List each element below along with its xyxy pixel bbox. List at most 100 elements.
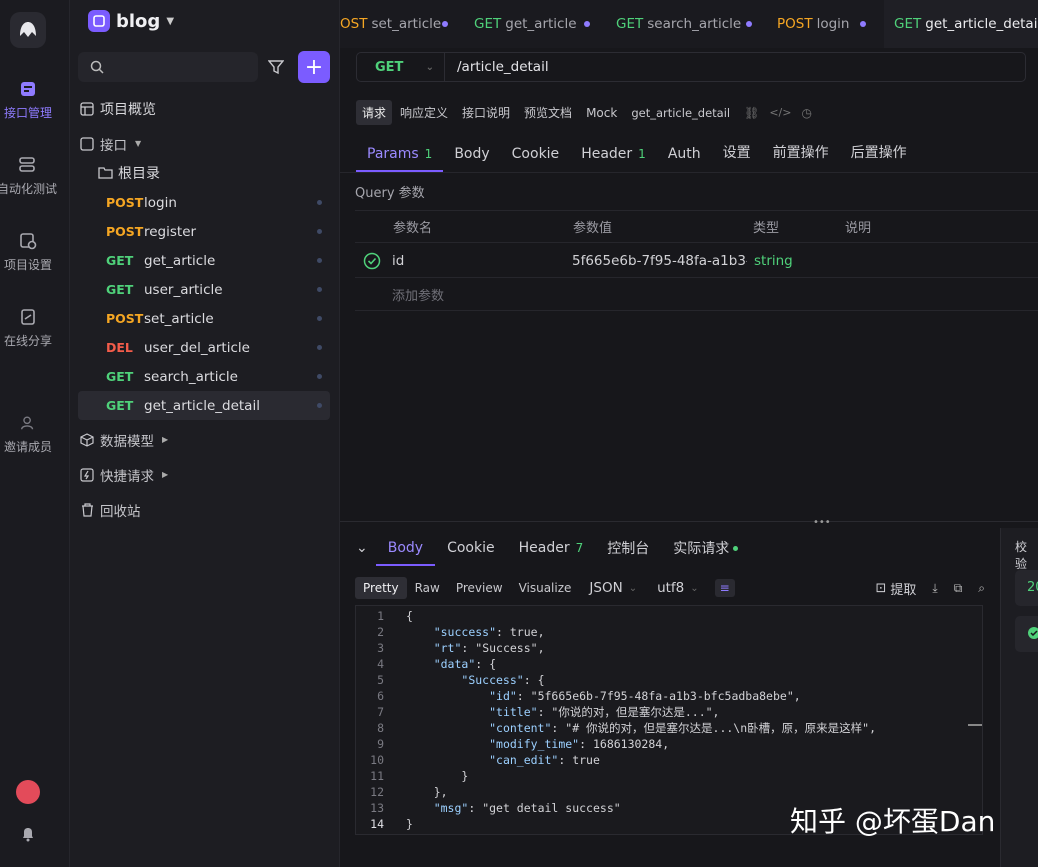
status-dot [317, 403, 322, 408]
drag-handle-icon[interactable]: ••• [813, 517, 831, 528]
tab-auth[interactable]: Auth [657, 146, 712, 172]
checkbox-checked-icon[interactable] [363, 252, 381, 274]
link-icon[interactable]: ⛓ [744, 106, 759, 120]
tab-pre-op[interactable]: 前置操作 [762, 142, 840, 172]
param-type-select[interactable]: string [754, 253, 793, 269]
api-method: DEL [106, 340, 133, 355]
tab-get-article[interactable]: GET get_article [474, 0, 577, 48]
avatar[interactable] [16, 780, 40, 804]
download-icon[interactable]: ⤓ [932, 581, 937, 596]
format-raw[interactable]: Raw [407, 577, 448, 599]
panel-divider[interactable] [340, 521, 1038, 522]
sidebar-item-api[interactable]: 接口 ▼ [78, 129, 330, 158]
tab-get-article-detail[interactable]: GET get_article_detail [884, 0, 1038, 48]
search-icon[interactable]: ⌕ [978, 581, 985, 596]
wrap-icon[interactable]: ≡ [714, 579, 735, 597]
sidebar-api-register[interactable]: POST register [78, 217, 330, 246]
subtab-preview-doc[interactable]: 预览文档 [518, 100, 578, 125]
query-params-label: Query 参数 [355, 186, 425, 201]
search-input[interactable] [78, 52, 258, 82]
rail-item-online-share[interactable]: 在线分享 [0, 306, 56, 349]
code-line: 11 } [356, 768, 468, 784]
format-preview[interactable]: Preview [448, 577, 511, 599]
api-management-icon [17, 78, 39, 100]
api-method: GET [106, 282, 134, 297]
sidebar-item-quick-request[interactable]: 快捷请求 ▶ [78, 460, 330, 489]
line-number: 9 [377, 737, 384, 751]
content-type-select[interactable]: JSON ⌄ [579, 580, 647, 596]
share-icon [17, 306, 39, 328]
api-name: user_del_article [144, 339, 250, 356]
subtab-api-desc[interactable]: 接口说明 [456, 100, 516, 125]
encoding-select[interactable]: utf8 ⌄ [647, 580, 709, 596]
subtab-mock[interactable]: Mock [580, 102, 623, 124]
bell-icon[interactable] [20, 826, 36, 846]
tab-params[interactable]: Params 1 [356, 146, 444, 172]
divider [340, 172, 1038, 173]
api-method: GET [106, 253, 134, 268]
copy-icon[interactable]: ⧉ [954, 581, 963, 596]
format-pretty[interactable]: Pretty [355, 577, 407, 599]
add-button[interactable]: + [298, 51, 330, 83]
resp-tab-actual-request[interactable]: 实际请求 [661, 530, 750, 566]
tab-header[interactable]: Header 1 [570, 146, 657, 172]
tab-settings[interactable]: 设置 [712, 142, 762, 172]
param-name-input[interactable]: id [392, 253, 404, 269]
tab-dot-icon [746, 21, 752, 27]
tab-cookie[interactable]: Cookie [501, 146, 571, 172]
tab-label: Header [518, 540, 570, 556]
tab-separator [860, 0, 866, 48]
tab-post-op[interactable]: 后置操作 [840, 142, 918, 172]
app-logo-icon[interactable] [10, 12, 46, 48]
sidebar-item-data-model[interactable]: 数据模型 ▶ [78, 425, 330, 454]
sidebar-item-overview[interactable]: 项目概览 [78, 94, 330, 123]
tab-search-article[interactable]: GET search_article [616, 0, 741, 48]
scroll-marker [968, 724, 982, 726]
param-value-input[interactable]: 5f665e6b-7f95-48fa-a1b3-b [572, 253, 747, 269]
code-icon[interactable]: </> [769, 106, 791, 119]
sidebar-api-login[interactable]: POST login [78, 188, 330, 217]
tab-label: set_article [371, 16, 442, 32]
subtab-request[interactable]: 请求 [356, 100, 393, 125]
rail-item-auto-test[interactable]: 自动化测试 [0, 154, 58, 197]
code-line: 13 "msg": "get detail success" [356, 800, 621, 816]
code-text: }, [406, 785, 448, 799]
sidebar-api-search-article[interactable]: GET search_article [78, 362, 330, 391]
sidebar-api-get-article-detail[interactable]: GET get_article_detail [78, 391, 330, 420]
status-dot [317, 229, 322, 234]
folder-root[interactable]: 根目录 [96, 158, 330, 187]
format-visualize[interactable]: Visualize [511, 577, 580, 599]
url-input[interactable]: /article_detail [445, 59, 549, 75]
sidebar-api-user-del-article[interactable]: DEL user_del_article [78, 333, 330, 362]
method-label: GET [375, 59, 404, 75]
sidebar-item-recycle[interactable]: 回收站 [78, 495, 330, 524]
sidebar-api-get-article[interactable]: GET get_article [78, 246, 330, 275]
status-dot [317, 287, 322, 292]
filter-button[interactable] [262, 52, 290, 82]
resp-tab-console[interactable]: 控制台 [595, 530, 661, 566]
resp-tab-header[interactable]: Header 7 [507, 530, 596, 566]
code-text: "modify_time": 1686130284, [489, 737, 670, 751]
tab-set-article[interactable]: OST set_article [340, 0, 441, 48]
add-param-row[interactable]: 添加参数 [355, 279, 1038, 311]
resp-tab-cookie[interactable]: Cookie [435, 530, 507, 566]
tab-badge: 7 [575, 541, 584, 555]
api-icon [78, 136, 96, 151]
collapse-icon[interactable]: ⌄ [356, 530, 376, 566]
project-switcher[interactable]: blog ▼ [88, 10, 174, 32]
code-text: } [406, 817, 413, 831]
rail-item-project-settings[interactable]: 项目设置 [0, 230, 56, 273]
tab-body[interactable]: Body [443, 146, 500, 172]
clock-icon[interactable]: ◷ [801, 106, 811, 120]
rail-item-api-management[interactable]: 接口管理 [0, 78, 56, 121]
method-select[interactable]: GET ⌄ [357, 53, 445, 81]
extract-button[interactable]: ⊡ 提取 [875, 579, 916, 598]
tab-badge: 1 [638, 147, 646, 161]
tab-method: POST [777, 16, 813, 32]
sidebar-api-set-article[interactable]: POST set_article [78, 304, 330, 333]
resp-tab-body[interactable]: Body [375, 530, 436, 566]
tab-login[interactable]: POST login [777, 0, 849, 48]
rail-item-invite-members[interactable]: 邀请成员 [0, 412, 56, 455]
sidebar-api-user-article[interactable]: GET user_article [78, 275, 330, 304]
subtab-response-def[interactable]: 响应定义 [394, 100, 454, 125]
